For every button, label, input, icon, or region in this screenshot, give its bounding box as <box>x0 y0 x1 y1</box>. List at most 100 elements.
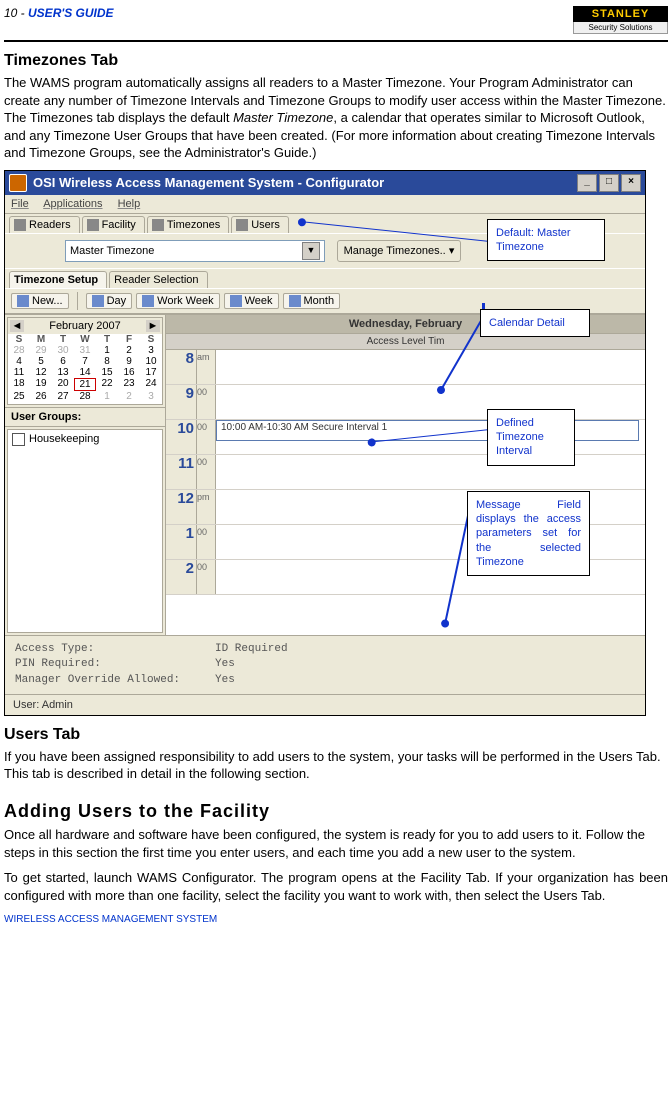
timezone-dropdown[interactable]: Master Timezone ▼ <box>65 240 325 262</box>
page-header: 10 - USER'S GUIDE STANLEY Security Solut… <box>4 6 668 42</box>
calendar-day[interactable]: 2 <box>118 391 140 402</box>
timezones-heading: Timezones Tab <box>4 52 668 70</box>
callout-master-timezone: Default: Master Timezone <box>487 219 605 262</box>
calendar-day[interactable]: 30 <box>52 345 74 356</box>
users-paragraph: If you have been assigned responsibility… <box>4 748 668 783</box>
callout-calendar-detail: Calendar Detail <box>480 309 590 337</box>
calendar-day[interactable]: 23 <box>118 378 140 391</box>
access-type-key: Access Type: <box>15 642 215 657</box>
calendar-day[interactable]: 10 <box>140 356 162 367</box>
mini-cal-grid[interactable]: SMTWTFS282930311234567891011121314151617… <box>8 334 162 402</box>
calendar-area: ◄ February 2007 ► SMTWTFS282930311234567… <box>5 314 645 635</box>
tab-reader-label: Reader Selection <box>114 274 198 286</box>
window-title: OSI Wireless Access Management System - … <box>33 175 384 190</box>
calendar-day[interactable]: 25 <box>8 391 30 402</box>
minimize-button[interactable]: _ <box>577 174 597 192</box>
calendar-day[interactable]: 3 <box>140 345 162 356</box>
checkbox-icon[interactable] <box>12 433 25 446</box>
calendar-day[interactable]: 3 <box>140 391 162 402</box>
new-button[interactable]: New... <box>11 293 69 309</box>
hour-suffix: am <box>197 350 216 384</box>
calendar-day[interactable]: 24 <box>140 378 162 391</box>
menu-bar: File Applications Help <box>5 195 645 214</box>
app-screenshot: Default: Master Timezone Calendar Detail… <box>4 170 646 716</box>
logo-top: STANLEY <box>573 6 668 22</box>
tab-timezones-label: Timezones <box>167 219 220 231</box>
calendar-day[interactable]: 2 <box>118 345 140 356</box>
calendar-day[interactable]: 6 <box>52 356 74 367</box>
calendar-day[interactable]: 19 <box>30 378 52 391</box>
calendar-day[interactable]: 15 <box>96 367 118 378</box>
month-button[interactable]: Month <box>283 293 341 309</box>
time-slot[interactable]: 10:00 AM-10:30 AM Secure Interval 1 <box>216 420 645 454</box>
week-icon <box>230 295 242 307</box>
calendar-day[interactable]: 17 <box>140 367 162 378</box>
access-type-val: ID Required <box>215 642 288 657</box>
calendar-day[interactable]: 11 <box>8 367 30 378</box>
calendar-day[interactable]: 16 <box>118 367 140 378</box>
tab-facility[interactable]: Facility <box>82 216 145 233</box>
calendar-day[interactable]: 13 <box>52 367 74 378</box>
calendar-day[interactable]: 8 <box>96 356 118 367</box>
calendar-day[interactable]: 1 <box>96 391 118 402</box>
calendar-day[interactable]: 29 <box>30 345 52 356</box>
user-groups-label: User Groups: <box>5 407 165 427</box>
time-slot[interactable] <box>216 455 645 489</box>
next-month-button[interactable]: ► <box>146 320 160 332</box>
menu-file[interactable]: File <box>11 198 29 210</box>
calendar-day[interactable]: 5 <box>30 356 52 367</box>
calendar-day[interactable]: 14 <box>74 367 96 378</box>
calendar-day[interactable]: 28 <box>8 345 30 356</box>
calendar-day[interactable]: 18 <box>8 378 30 391</box>
calendar-day[interactable]: 27 <box>52 391 74 402</box>
calendar-day[interactable]: 12 <box>30 367 52 378</box>
users-heading: Users Tab <box>4 726 668 744</box>
menu-help[interactable]: Help <box>118 198 141 210</box>
tz-body-ital: Master Timezone <box>233 110 333 125</box>
calendar-day[interactable]: 20 <box>52 378 74 391</box>
adding-users-heading: Adding Users to the Facility <box>4 801 668 822</box>
time-row[interactable]: 8am <box>166 350 645 385</box>
tab-readers[interactable]: Readers <box>9 216 80 233</box>
calendar-day[interactable]: 9 <box>118 356 140 367</box>
calendar-day[interactable]: 31 <box>74 345 96 356</box>
week-button[interactable]: Week <box>224 293 279 309</box>
manage-timezones-button[interactable]: Manage Timezones.. ▾ <box>337 240 462 262</box>
workweek-button[interactable]: Work Week <box>136 293 219 309</box>
tab-users[interactable]: Users <box>231 216 289 233</box>
hour-suffix: 00 <box>197 420 216 454</box>
facility-icon <box>87 219 99 231</box>
maximize-button[interactable]: □ <box>599 174 619 192</box>
calendar-day[interactable]: 1 <box>96 345 118 356</box>
timezone-interval-appointment[interactable]: 10:00 AM-10:30 AM Secure Interval 1 <box>216 420 639 441</box>
tab-timezone-setup[interactable]: Timezone Setup <box>9 271 107 288</box>
chevron-down-icon[interactable]: ▼ <box>302 242 320 260</box>
time-slot[interactable] <box>216 385 645 419</box>
page-footer: WIRELESS ACCESS MANAGEMENT SYSTEM <box>4 914 668 925</box>
users-icon <box>236 219 248 231</box>
calendar-day[interactable]: 21 <box>74 378 96 391</box>
message-field: Access Type:ID Required PIN Required:Yes… <box>5 635 645 694</box>
mini-calendar[interactable]: ◄ February 2007 ► SMTWTFS282930311234567… <box>7 317 163 405</box>
calendar-day[interactable]: 7 <box>74 356 96 367</box>
calendar-day[interactable]: 26 <box>30 391 52 402</box>
time-slot[interactable] <box>216 350 645 384</box>
user-group-item[interactable]: Housekeeping <box>8 430 162 449</box>
calendar-day[interactable]: 28 <box>74 391 96 402</box>
tab-reader-selection[interactable]: Reader Selection <box>109 271 207 288</box>
hour-suffix: pm <box>197 490 216 524</box>
mini-cal-header: ◄ February 2007 ► <box>8 318 162 334</box>
menu-applications[interactable]: Applications <box>43 198 102 210</box>
prev-month-button[interactable]: ◄ <box>10 320 24 332</box>
calendar-day[interactable]: 4 <box>8 356 30 367</box>
close-button[interactable]: × <box>621 174 641 192</box>
calendar-day[interactable]: 22 <box>96 378 118 391</box>
window-titlebar: OSI Wireless Access Management System - … <box>5 171 645 195</box>
timezones-paragraph: The WAMS program automatically assigns a… <box>4 74 668 162</box>
callout-message-field: Message Field displays the access parame… <box>467 491 590 576</box>
dropdown-value: Master Timezone <box>70 245 302 257</box>
manage-btn-label: Manage Timezones.. <box>344 245 446 257</box>
day-button[interactable]: Day <box>86 293 133 309</box>
tab-timezones[interactable]: Timezones <box>147 216 229 233</box>
user-groups-list: Housekeeping <box>7 429 163 633</box>
